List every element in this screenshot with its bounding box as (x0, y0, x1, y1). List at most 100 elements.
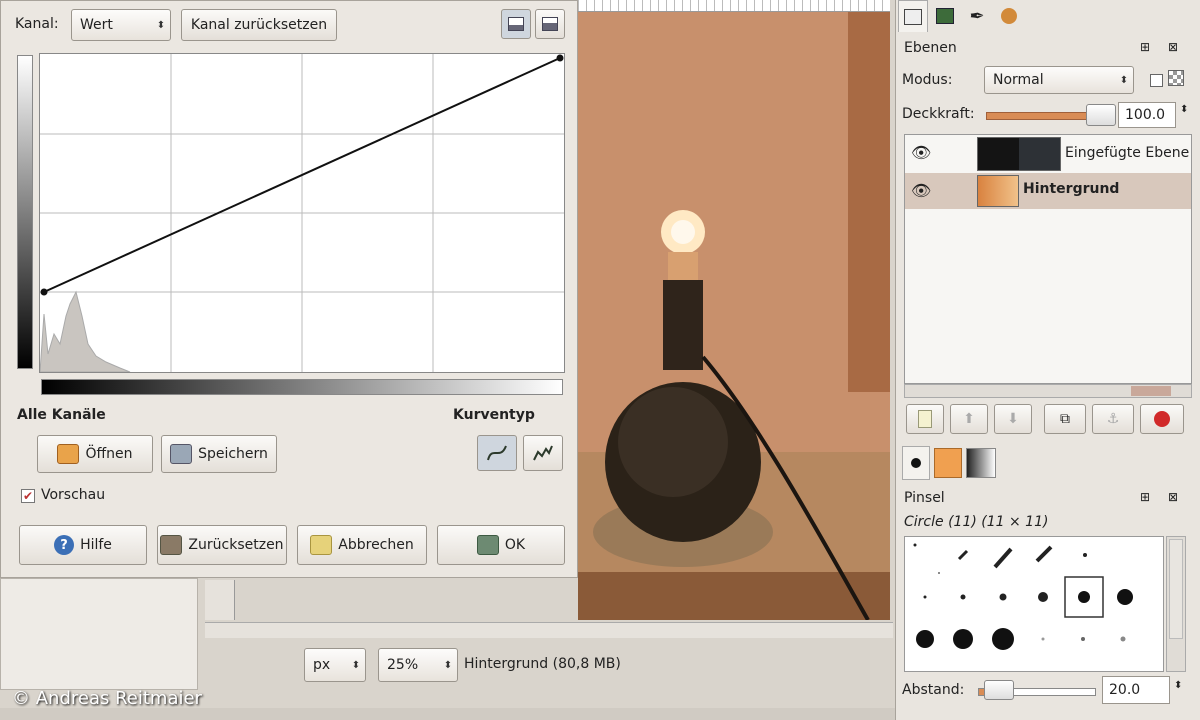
anchor-layer-button[interactable]: ⚓ (1092, 404, 1134, 434)
open-button[interactable]: Öffnen (37, 435, 153, 473)
ok-button[interactable]: OK (437, 525, 565, 565)
left-dock-panel (0, 578, 198, 690)
bottom-toolbar (0, 708, 895, 720)
chevron-updown-icon: ⬍ (443, 659, 453, 671)
spacing-field[interactable]: 20.0 (1102, 676, 1170, 704)
output-gradient (17, 55, 33, 369)
curve-type-heading: Kurventyp (453, 407, 535, 423)
cancel-button[interactable]: Abbrechen (297, 525, 427, 565)
ok-label: OK (504, 537, 526, 553)
log-histogram-button[interactable] (535, 9, 565, 39)
image-canvas[interactable] (578, 12, 890, 620)
brush-vscrollbar[interactable] (1166, 536, 1186, 672)
log-histogram-icon (542, 17, 558, 31)
layer-name: Hintergrund (1023, 181, 1120, 197)
brush-previews (913, 543, 1133, 650)
chevron-updown-icon: ⬍ (156, 19, 166, 31)
layer-row[interactable]: 👁 Hintergrund (905, 173, 1191, 209)
raise-layer-button[interactable]: ⬆ (950, 404, 988, 434)
tab-gradients[interactable] (966, 448, 996, 478)
lower-icon: ⬇ (1007, 411, 1019, 427)
close-tab-icon[interactable]: ⊠ (1168, 40, 1178, 54)
spacing-spin-icon[interactable]: ⬍ (1174, 680, 1182, 691)
preview-checkbox[interactable]: ✔ (21, 489, 35, 503)
folder-icon (57, 444, 80, 464)
brush-grid[interactable] (904, 536, 1164, 672)
curve-plot (39, 54, 564, 373)
layers-list: 👁 Eingefügte Ebene 👁 Hintergrund (904, 134, 1192, 384)
tab-paths[interactable]: ✒ (962, 0, 992, 32)
help-label: Hilfe (80, 537, 112, 553)
close-tab-icon[interactable]: ⊠ (1168, 490, 1178, 504)
raise-icon: ⬆ (963, 411, 975, 427)
freehand-curve-button[interactable] (523, 435, 563, 471)
visibility-eye-icon[interactable]: 👁 (911, 181, 931, 200)
save-button[interactable]: Speichern (161, 435, 277, 473)
credit-text: © Andreas Reitmaier (12, 688, 202, 709)
linear-histogram-button[interactable] (501, 9, 531, 39)
scroll-thumb[interactable] (1131, 386, 1171, 396)
reset-button[interactable]: Zurücksetzen (157, 525, 287, 565)
save-icon (170, 444, 193, 464)
spacing-slider-handle[interactable] (984, 680, 1014, 700)
status-text: Hintergrund (80,8 MB) (464, 656, 621, 672)
channel-value: Wert (80, 17, 113, 33)
delete-icon (1154, 411, 1170, 427)
mode-label: Modus: (902, 72, 953, 88)
lower-layer-button[interactable]: ⬇ (994, 404, 1032, 434)
unit-select[interactable]: px ⬍ (304, 648, 366, 682)
kanal-label: Kanal: (15, 16, 59, 32)
reset-channel-button[interactable]: Kanal zurücksetzen (181, 9, 337, 41)
curve-graph[interactable] (39, 53, 565, 373)
opacity-value: 100.0 (1125, 107, 1166, 123)
save-label: Speichern (198, 446, 268, 462)
layer-thumbnail (977, 175, 1019, 207)
chevron-updown-icon: ⬍ (1119, 74, 1129, 86)
anchor-icon: ⚓ (1106, 411, 1120, 427)
duplicate-layer-button[interactable]: ⧉ (1044, 404, 1086, 434)
mode-select[interactable]: Normal ⬍ (984, 66, 1134, 94)
left-ruler (205, 580, 235, 620)
layers-hscrollbar[interactable] (904, 384, 1192, 398)
configure-tab-icon[interactable]: ⊞ (1140, 490, 1150, 504)
duplicate-icon: ⧉ (1060, 411, 1070, 427)
new-layer-button[interactable] (906, 404, 944, 434)
opacity-spin-icon[interactable]: ⬍ (1180, 104, 1188, 115)
unit-value: px (313, 657, 331, 673)
tab-channels[interactable] (930, 0, 960, 32)
curves-dialog: Kanal: Wert ⬍ Kanal zurücksetzen Alle Kan… (0, 0, 578, 578)
top-ruler (578, 0, 890, 12)
horizontal-scrollbar[interactable] (205, 622, 893, 638)
opacity-field[interactable]: 100.0 (1118, 102, 1176, 128)
all-channels-heading: Alle Kanäle (17, 407, 106, 423)
freehand-curve-icon (533, 445, 553, 461)
curve-point-end (556, 54, 564, 62)
tab-layers[interactable] (898, 0, 928, 32)
delete-layer-button[interactable] (1140, 404, 1184, 434)
lamp-photo (578, 12, 890, 620)
tab-undo[interactable] (994, 0, 1024, 32)
opacity-slider-handle[interactable] (1086, 104, 1116, 126)
histogram (39, 290, 131, 373)
configure-tab-icon[interactable]: ⊞ (1140, 40, 1150, 54)
reset-channel-label: Kanal zurücksetzen (190, 17, 328, 33)
tab-patterns[interactable] (934, 448, 962, 478)
tab-brushes[interactable] (902, 446, 930, 480)
help-button[interactable]: ? Hilfe (19, 525, 147, 565)
channel-select[interactable]: Wert ⬍ (71, 9, 171, 41)
preview-label: Vorschau (41, 487, 106, 503)
layer-name: Eingefügte Ebene (1065, 145, 1190, 161)
zoom-select[interactable]: 25% ⬍ (378, 648, 458, 682)
paths-icon: ✒ (969, 5, 985, 27)
brush-dot-icon (911, 458, 921, 468)
scroll-thumb[interactable] (1169, 539, 1183, 639)
spacing-value: 20.0 (1109, 682, 1141, 698)
smooth-curve-button[interactable] (477, 435, 517, 471)
layers-icon (904, 8, 922, 25)
visibility-eye-icon[interactable]: 👁 (911, 143, 931, 162)
reset-icon (160, 535, 183, 555)
layer-thumbnail (977, 137, 1061, 171)
lock-checkbox[interactable] (1150, 74, 1163, 87)
layer-row[interactable]: 👁 Eingefügte Ebene (905, 135, 1191, 173)
spacing-label: Abstand: (902, 682, 965, 698)
